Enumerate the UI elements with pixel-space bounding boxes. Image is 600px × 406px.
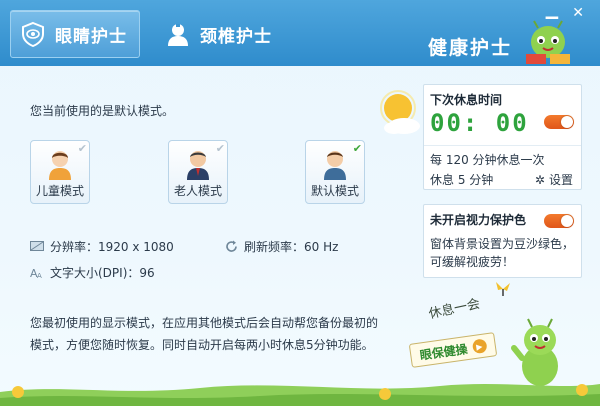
eye-protect-panel: 未开启视力保护色 窗体背景设置为豆沙绿色，可缓解视疲劳！ <box>423 204 582 278</box>
monitor-icon <box>30 240 44 254</box>
eye-protect-text: 窗体背景设置为豆沙绿色，可缓解视疲劳！ <box>430 237 575 269</box>
mode-child-label: 儿童模式 <box>35 184 84 198</box>
default-avatar-icon <box>324 151 346 180</box>
play-icon: ▶ <box>471 338 488 355</box>
mode-child-button[interactable]: ✔ 儿童模式 <box>30 140 90 204</box>
child-avatar-icon <box>49 151 71 180</box>
eye-shield-icon <box>19 20 47 48</box>
tab-neck-nurse[interactable]: 颈椎护士 <box>156 10 286 58</box>
brand-title: 健康护士 <box>427 37 512 59</box>
resolution-text: 分辨率：1920 x 1080 <box>50 240 174 254</box>
elder-avatar-icon <box>187 151 209 180</box>
rest-timer-toggle[interactable] <box>544 115 574 129</box>
font-size-info: AA 文字大小(DPI)：96 <box>30 264 155 281</box>
mode-elder-button[interactable]: ✔ 老人模式 <box>168 140 228 204</box>
top-bar: 眼睛护士 颈椎护士 健康护士 ▁ ✕ <box>0 0 600 66</box>
mascot-reading-icon <box>518 20 578 69</box>
minimize-button[interactable]: ▁ <box>546 2 558 18</box>
check-icon: ✔ <box>215 142 225 155</box>
rest-label: 休息一会 <box>427 296 482 323</box>
eye-protect-title: 未开启视力保护色 <box>430 213 527 227</box>
rest-timer-clock: 00: 00 <box>430 109 529 137</box>
mode-description: 您最初使用的显示模式，在应用其他模式后会自动帮您备份最初的模式，方便您随时恢复。… <box>30 316 379 352</box>
current-mode-text: 您当前使用的是默认模式。 <box>30 104 175 118</box>
gear-icon: ✲ <box>534 172 545 187</box>
divider <box>424 145 581 146</box>
mode-default-button[interactable]: ✔ 默认模式 <box>305 140 365 204</box>
rest-duration-text: 休息 5 分钟 <box>430 173 494 187</box>
grass-decoration <box>0 366 600 406</box>
eye-exercise-button[interactable]: 眼保健操 ▶ <box>408 332 498 368</box>
font-size-text: 文字大小(DPI)：96 <box>50 266 155 280</box>
settings-label: 设置 <box>548 173 573 187</box>
check-icon: ✔ <box>352 142 362 155</box>
rest-timer-panel: 下次休息时间 00: 00 每 120 分钟休息一次 休息 5 分钟 ✲ 设置 <box>423 84 582 190</box>
rest-interval-text: 每 120 分钟休息一次 <box>430 153 545 167</box>
sun-cloud-icon <box>372 88 424 141</box>
tab-neck-nurse-label: 颈椎护士 <box>200 26 272 47</box>
app-window: 眼睛护士 颈椎护士 健康护士 ▁ ✕ 您当前使用的是默认模式。 ✔ 儿童模式 ✔… <box>0 0 600 406</box>
check-icon: ✔ <box>77 142 87 155</box>
eye-protect-toggle[interactable] <box>544 214 574 228</box>
resolution-info: 分辨率：1920 x 1080 <box>30 238 174 255</box>
refresh-icon <box>224 240 238 254</box>
tab-eye-nurse-label: 眼睛护士 <box>55 26 127 47</box>
rest-timer-title: 下次休息时间 <box>430 93 503 107</box>
butterfly-icon <box>494 280 512 301</box>
refresh-info: 刷新频率：60 Hz <box>224 238 338 255</box>
close-button[interactable]: ✕ <box>572 6 584 20</box>
nurse-icon <box>164 20 192 48</box>
mode-elder-label: 老人模式 <box>173 184 222 198</box>
settings-button[interactable]: ✲ 设置 <box>535 171 573 188</box>
font-size-icon: AA <box>30 266 44 280</box>
tab-eye-nurse[interactable]: 眼睛护士 <box>10 10 140 58</box>
svg-text:A: A <box>37 272 42 279</box>
eye-exercise-label: 眼保健操 <box>418 341 469 363</box>
refresh-rate-text: 刷新频率：60 Hz <box>244 240 339 254</box>
mode-default-label: 默认模式 <box>310 184 359 198</box>
